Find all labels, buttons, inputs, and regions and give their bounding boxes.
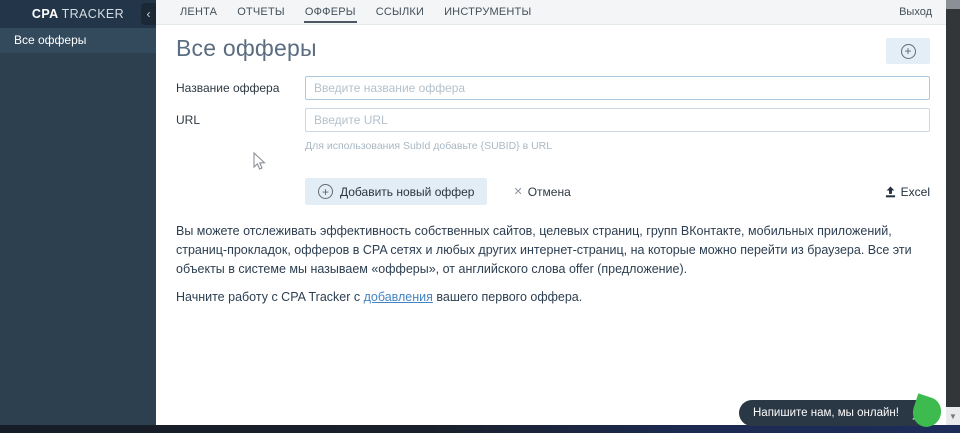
start-text-after: вашего первого оффера. [432, 290, 583, 304]
start-text-before: Начните работу с CPA Tracker с [176, 290, 364, 304]
cancel-button[interactable]: ✕ Отмена [513, 185, 570, 199]
get-started-line: Начните работу с CPA Tracker с добавлени… [176, 290, 930, 304]
logo-bar: CPA TRACKER ‹ [0, 0, 156, 28]
offer-url-label: URL [176, 113, 201, 127]
scrollbar-down-button[interactable]: ▼ [946, 407, 960, 425]
main-content: Все офферы + Название оффера URL Для исп… [156, 25, 946, 425]
sidebar-item-all-offers[interactable]: Все офферы [0, 28, 156, 53]
page-title: Все офферы [176, 35, 317, 61]
offer-url-row: URL [176, 108, 930, 132]
logo-brand-light: TRACKER [61, 7, 125, 21]
tab-offery[interactable]: ОФФЕРЫ [298, 0, 363, 24]
form-actions: + Добавить новый оффер ✕ Отмена Excel [176, 178, 930, 205]
window-bottom-edge [0, 425, 960, 433]
plus-circle-icon: + [318, 184, 333, 199]
cancel-label: Отмена [527, 184, 571, 199]
upload-icon [885, 186, 895, 197]
close-icon: ✕ [513, 186, 523, 198]
title-row: Все офферы + [176, 35, 930, 64]
tab-otchety[interactable]: ОТЧЕТЫ [230, 0, 292, 24]
logout-link[interactable]: Выход [899, 0, 946, 24]
add-offer-button[interactable]: + [886, 38, 930, 64]
scrollbar-thumb[interactable] [946, 0, 960, 9]
submit-offer-label: Добавить новый оффер [340, 184, 475, 199]
tab-ssylki[interactable]: ССЫЛКИ [369, 0, 431, 24]
form-actions-left: + Добавить новый оффер ✕ Отмена [305, 178, 571, 205]
offers-description: Вы можете отслеживать эффективность собс… [176, 224, 912, 276]
offer-name-label: Название оффера [176, 81, 280, 95]
offer-form: Название оффера URL Для использования Su… [176, 76, 930, 205]
subid-hint: Для использования SubId добавьте {SUBID}… [305, 140, 553, 152]
app-logo: CPA TRACKER [32, 7, 124, 21]
offer-name-input[interactable] [305, 76, 930, 100]
offer-url-input[interactable] [305, 108, 930, 132]
sidebar-collapse-button[interactable]: ‹ [141, 3, 156, 25]
vertical-scrollbar[interactable]: ▼ [946, 0, 960, 433]
mouse-cursor-icon [253, 152, 266, 170]
jivo-chat-widget[interactable]: Напишите нам, мы онлайн! jivo [739, 393, 945, 431]
add-first-offer-link[interactable]: добавления [364, 290, 433, 304]
scroll-down-icon: ▼ [949, 411, 957, 421]
top-navigation: ЛЕНТА ОТЧЕТЫ ОФФЕРЫ ССЫЛКИ ИНСТРУМЕНТЫ В… [156, 0, 946, 25]
sidebar-item-label: Все офферы [14, 33, 87, 47]
sidebar: CPA TRACKER ‹ Все офферы [0, 0, 156, 425]
excel-export-button[interactable]: Excel [885, 185, 930, 199]
submit-offer-button[interactable]: + Добавить новый оффер [305, 178, 488, 205]
offer-name-row: Название оффера [176, 76, 930, 100]
tab-lenta[interactable]: ЛЕНТА [173, 0, 224, 24]
app-window: CPA TRACKER ‹ Все офферы ЛЕНТА ОТЧЕТЫ ОФФ… [0, 0, 960, 433]
chevron-left-icon: ‹ [146, 7, 151, 21]
excel-label: Excel [900, 184, 930, 199]
chat-message: Напишите нам, мы онлайн! [753, 407, 899, 419]
tab-instrumenty[interactable]: ИНСТРУМЕНТЫ [437, 0, 538, 24]
plus-circle-icon: + [900, 43, 916, 59]
logo-brand-bold: CPA [31, 7, 59, 21]
